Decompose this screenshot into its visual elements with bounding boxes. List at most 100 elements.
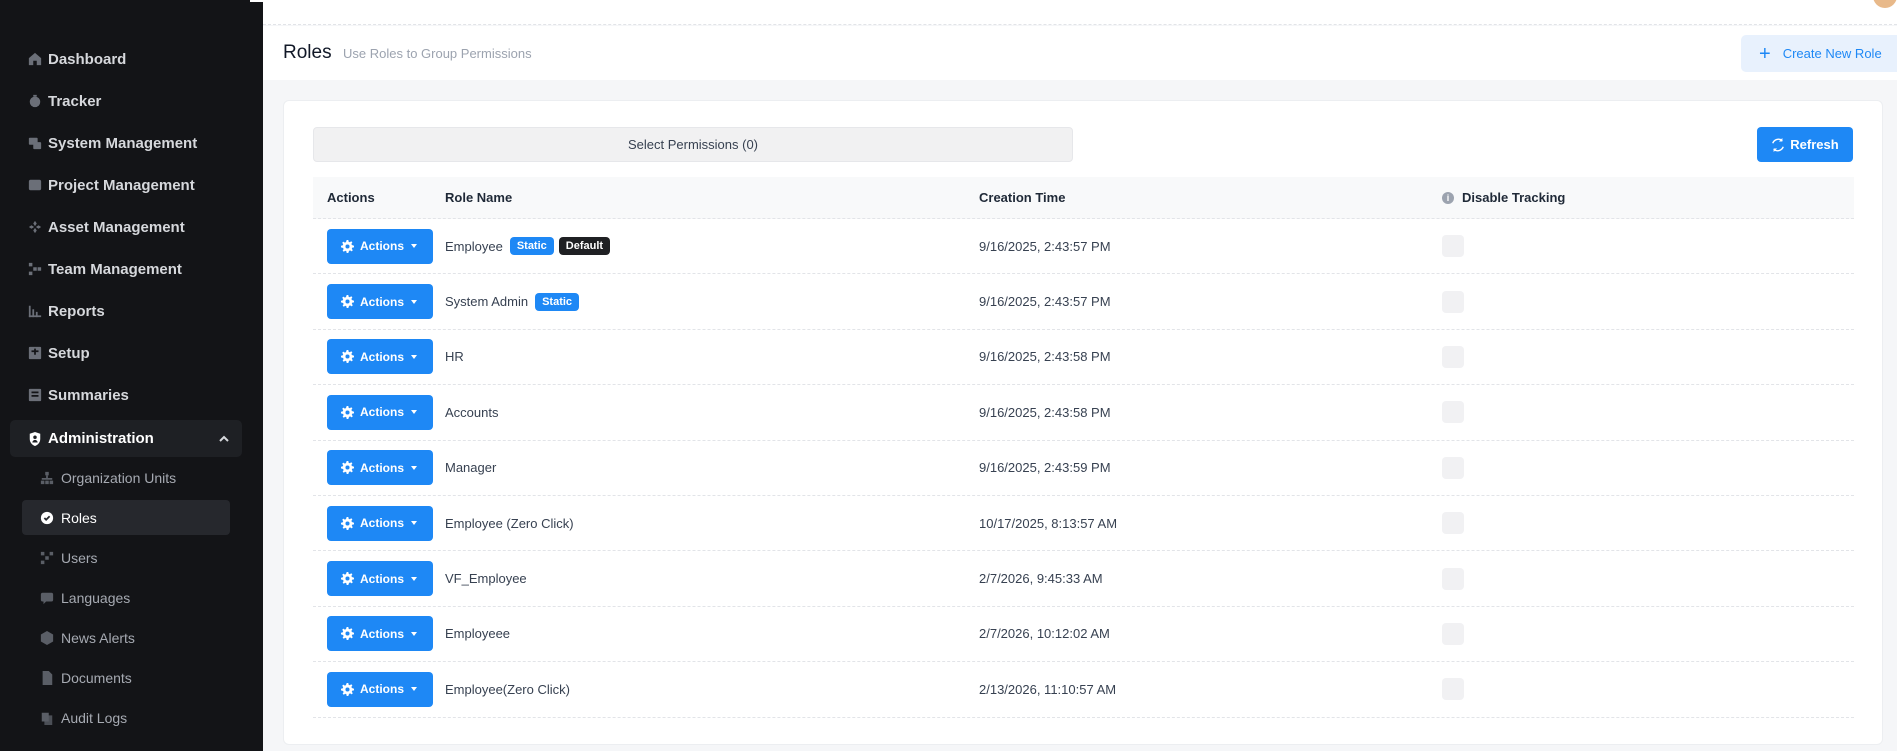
- caret-down-icon: [411, 631, 418, 636]
- role-name-cell: Employee Static Default: [445, 237, 979, 256]
- row-actions-button[interactable]: Actions: [327, 450, 433, 486]
- sidebar-subitem-users[interactable]: Users: [22, 540, 230, 575]
- select-permissions-button[interactable]: Select Permissions (0): [313, 127, 1073, 162]
- languages-icon: [40, 591, 54, 605]
- disable-tracking-cell: [1442, 290, 1854, 313]
- caret-down-icon: [411, 576, 418, 581]
- audit-logs-icon: [40, 711, 54, 725]
- caret-down-icon: [411, 354, 418, 359]
- asset-icon: [28, 220, 42, 234]
- roles-table: Actions Role Name Creation Time i Disabl…: [313, 177, 1854, 718]
- column-header-disable-tracking: i Disable Tracking: [1442, 190, 1854, 205]
- row-actions-button[interactable]: Actions: [327, 616, 433, 652]
- table-row: Actions Employee (Zero Click) 10/17/2025, …: [313, 496, 1854, 552]
- table-row: Actions Employee Static Default 9/16/2025, 2…: [313, 219, 1854, 275]
- creation-time-cell: 2/13/2026, 11:10:57 AM: [979, 681, 1117, 697]
- column-header-actions: Actions: [327, 190, 375, 205]
- disable-tracking-cell: [1442, 401, 1854, 424]
- disable-tracking-cell: [1442, 345, 1854, 368]
- sidebar-subitem-organization-units[interactable]: Organization Units: [22, 460, 230, 495]
- disable-tracking-cell: [1442, 235, 1854, 258]
- table-body: Actions Employee Static Default 9/16/2025, 2…: [313, 219, 1854, 718]
- sidebar-subitem-label: Audit Logs: [61, 709, 128, 726]
- sidebar-subitem-languages[interactable]: Languages: [22, 580, 230, 615]
- sidebar-item-asset-management[interactable]: Asset Management: [10, 209, 242, 245]
- system-icon: [28, 136, 42, 150]
- sidebar-item-reports[interactable]: Reports: [10, 293, 242, 329]
- page-title: Roles: [283, 42, 332, 63]
- actions-label: Actions: [360, 516, 405, 531]
- sidebar-subitem-label: Organization Units: [61, 469, 177, 486]
- chevron-up-icon[interactable]: [218, 432, 230, 444]
- sidebar-subitem-roles[interactable]: Roles: [22, 500, 230, 535]
- disable-tracking-checkbox[interactable]: [1442, 622, 1464, 645]
- gear-icon: [341, 572, 354, 586]
- disable-tracking-checkbox[interactable]: [1442, 401, 1464, 424]
- row-actions-button[interactable]: Actions: [327, 339, 433, 375]
- disable-tracking-checkbox[interactable]: [1442, 456, 1464, 479]
- row-actions-button[interactable]: Actions: [327, 561, 433, 597]
- caret-down-icon: [411, 244, 418, 249]
- sidebar-item-administration[interactable]: Administration: [10, 420, 242, 457]
- creation-time-cell: 2/7/2026, 9:45:33 AM: [979, 571, 1103, 587]
- row-actions-button[interactable]: Actions: [327, 394, 433, 430]
- disable-tracking-checkbox[interactable]: [1442, 235, 1464, 258]
- team-icon: [28, 262, 42, 276]
- sidebar-item-label: Tracker: [48, 92, 102, 110]
- create-new-role-button[interactable]: + Create New Role: [1741, 35, 1897, 72]
- actions-cell: Actions: [313, 228, 445, 264]
- sidebar-item-summaries[interactable]: Summaries: [10, 377, 242, 413]
- table-header: Actions Role Name Creation Time i Disabl…: [313, 177, 1854, 219]
- disable-tracking-cell: [1442, 567, 1854, 590]
- table-row: Actions Accounts 9/16/2025, 2:43:58 PM: [313, 385, 1854, 441]
- sidebar-item-label: Setup: [48, 344, 90, 362]
- shield-icon: [28, 431, 42, 446]
- sidebar-item-label: System Management: [48, 134, 198, 152]
- sidebar-item-label: Administration: [48, 430, 154, 447]
- disable-tracking-checkbox[interactable]: [1442, 290, 1464, 313]
- sidebar-item-tracker[interactable]: Tracker: [10, 83, 242, 119]
- row-actions-button[interactable]: Actions: [327, 671, 433, 707]
- column-header-role-name[interactable]: Role Name: [445, 190, 979, 205]
- sidebar-subitem-audit-logs[interactable]: Audit Logs: [22, 700, 230, 735]
- disable-tracking-cell: [1442, 678, 1854, 701]
- disable-tracking-checkbox[interactable]: [1442, 567, 1464, 590]
- reports-icon: [28, 304, 42, 318]
- row-actions-button[interactable]: Actions: [327, 228, 433, 264]
- info-icon[interactable]: i: [1442, 191, 1454, 204]
- sidebar-subitem-label: Users: [61, 549, 98, 566]
- sidebar-item-project-management[interactable]: Project Management: [10, 167, 242, 203]
- sidebar-subitem-documents[interactable]: Documents: [22, 660, 230, 695]
- disable-tracking-checkbox[interactable]: [1442, 678, 1464, 701]
- sidebar-item-dashboard[interactable]: Dashboard: [10, 41, 242, 77]
- gear-icon: [341, 516, 354, 530]
- creation-time-cell: 10/17/2025, 8:13:57 AM: [979, 515, 1118, 531]
- disable-tracking-checkbox[interactable]: [1442, 512, 1464, 535]
- role-name-cell: Employee(Zero Click): [445, 682, 979, 697]
- actions-cell: Actions: [313, 561, 445, 597]
- actions-label: Actions: [360, 405, 405, 420]
- sidebar-item-team-management[interactable]: Team Management: [10, 251, 242, 287]
- page-header: Roles Use Roles to Group Permissions + C…: [263, 26, 1897, 80]
- row-actions-button[interactable]: Actions: [327, 284, 433, 320]
- row-actions-button[interactable]: Actions: [327, 505, 433, 541]
- disable-tracking-cell: [1442, 512, 1854, 535]
- sidebar-subitem-news-alerts[interactable]: News Alerts: [22, 620, 230, 655]
- column-header-creation-time[interactable]: Creation Time: [979, 190, 1442, 205]
- refresh-button[interactable]: Refresh: [1757, 127, 1853, 162]
- sidebar-item-setup[interactable]: Setup: [10, 335, 242, 371]
- role-name: Manager: [445, 460, 497, 476]
- role-name: VF_Employee: [445, 571, 527, 587]
- avatar[interactable]: [1873, 0, 1897, 8]
- gear-icon: [341, 682, 354, 696]
- plus-icon: +: [1759, 42, 1771, 65]
- disable-tracking-checkbox[interactable]: [1442, 345, 1464, 368]
- actions-label: Actions: [360, 571, 405, 586]
- sidebar-item-system-management[interactable]: System Management: [10, 125, 242, 161]
- creation-time-cell: 9/16/2025, 2:43:59 PM: [979, 460, 1111, 476]
- topbar: [263, 0, 1897, 25]
- sidebar: Dashboard Tracker System Management Proj…: [0, 0, 263, 751]
- role-name: System Admin: [445, 294, 529, 310]
- actions-label: Actions: [360, 349, 405, 364]
- creation-time-cell: 9/16/2025, 2:43:58 PM: [979, 349, 1111, 365]
